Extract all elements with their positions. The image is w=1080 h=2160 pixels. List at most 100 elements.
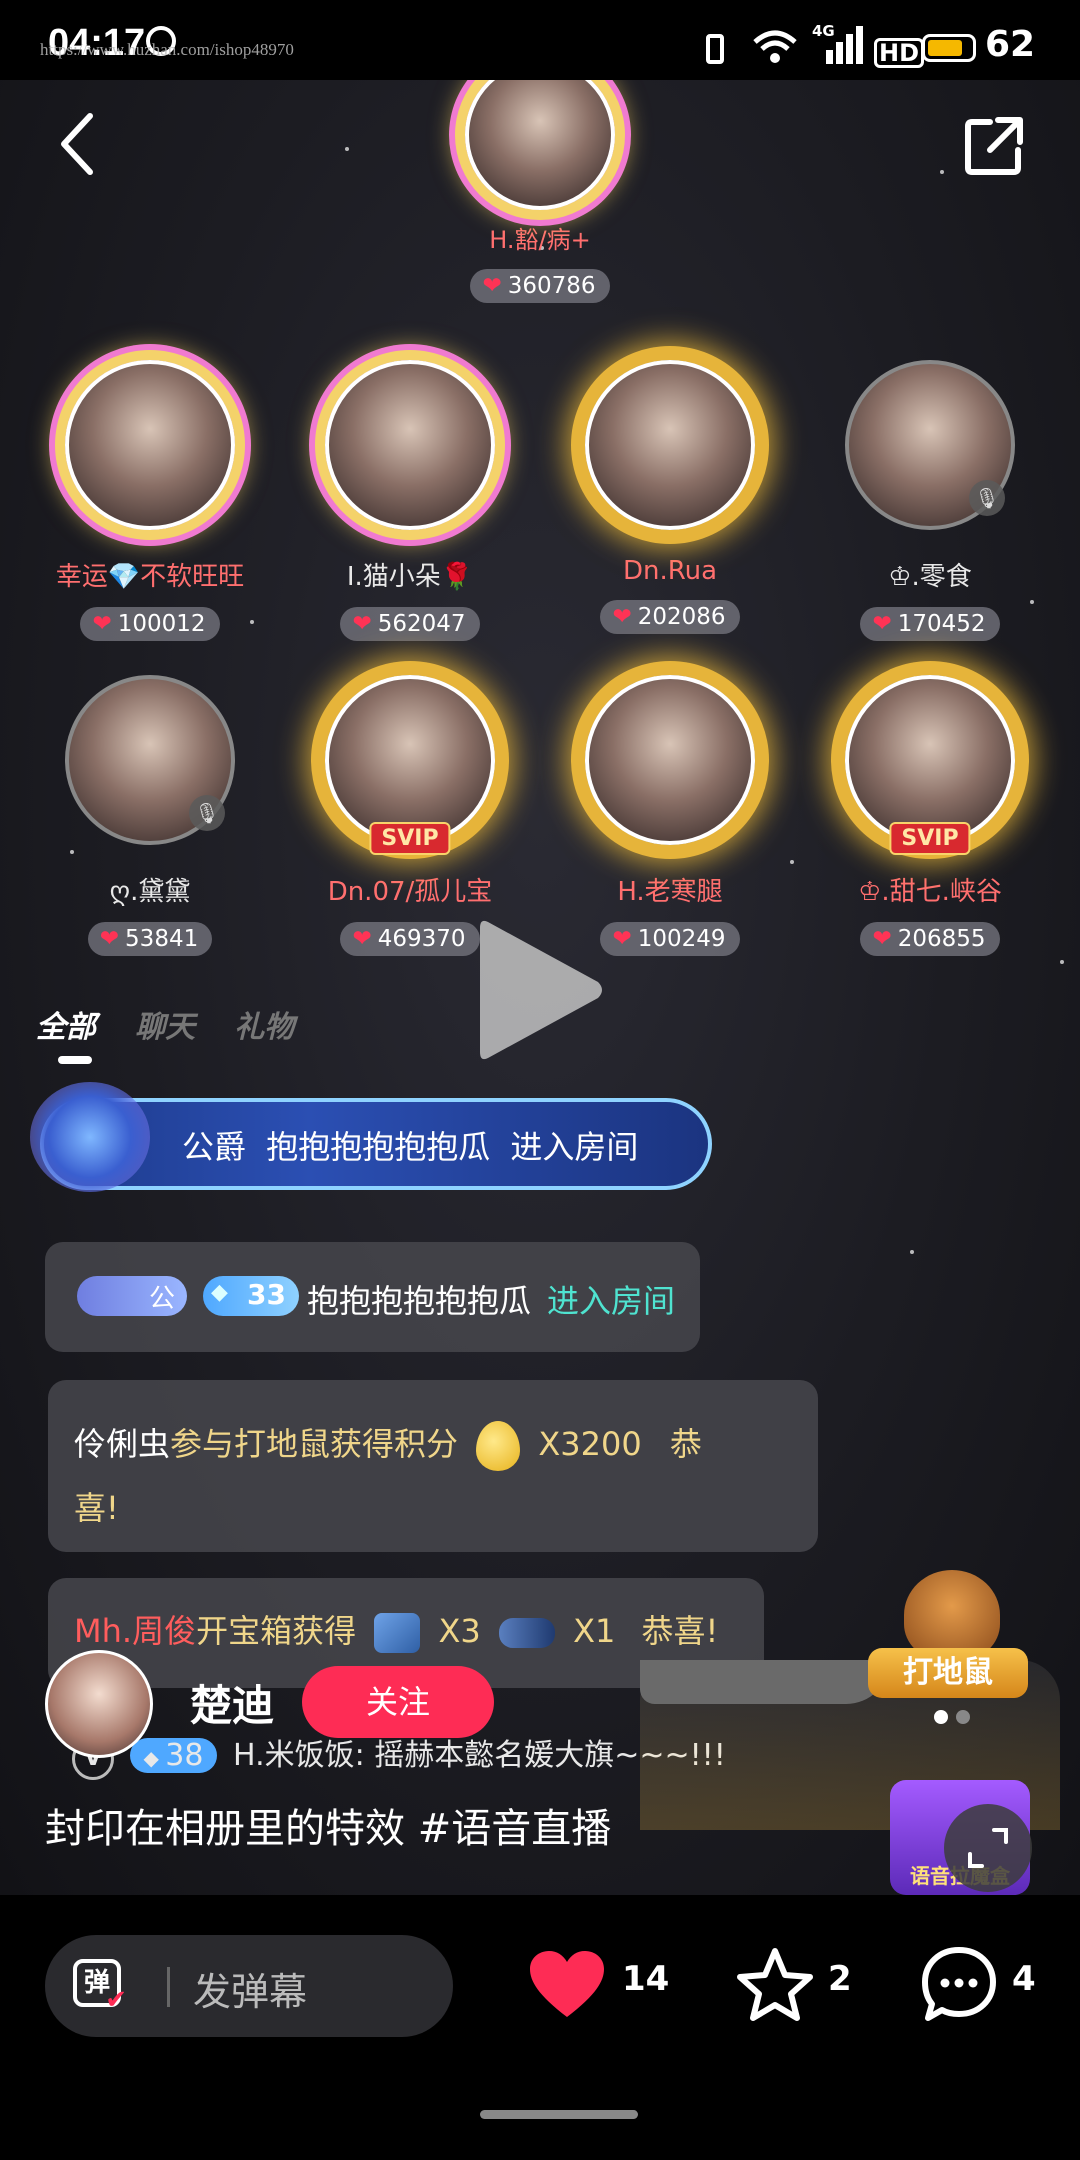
like-count: 14 xyxy=(622,1959,670,1999)
play-icon[interactable] xyxy=(470,910,610,1070)
watermark-text: https://www.huzhan.com/ishop48970 xyxy=(40,40,294,59)
boat-shape xyxy=(640,1660,890,1704)
seat-score: ❤ 170452 xyxy=(860,607,1000,641)
battery-icon xyxy=(922,34,976,62)
seat-score: ❤ 206855 xyxy=(860,922,1000,956)
level-badge: ◆ 38 xyxy=(129,1738,218,1773)
seat-avatar xyxy=(65,360,235,530)
seat-name: ♔.零食 xyxy=(888,562,972,592)
seat-name: 幸运💎不软旺旺 xyxy=(55,562,245,592)
seat-avatar: SVIP xyxy=(325,675,495,855)
mole-icon xyxy=(904,1570,1000,1660)
heart-icon: ❤ xyxy=(612,604,632,630)
star-favorite-icon[interactable] xyxy=(736,1947,814,2021)
svip-badge: SVIP xyxy=(369,822,451,855)
back-arrow-icon[interactable] xyxy=(56,112,96,176)
host-score: ❤ 360786 xyxy=(470,269,610,303)
seat-avatar xyxy=(325,360,495,530)
wifi-icon xyxy=(753,30,797,63)
seat-score: ❤ 469370 xyxy=(340,922,480,956)
status-bar: 04:17 https://www.huzhan.com/ishop48970 … xyxy=(0,0,1080,80)
seat-score: ❤ 100249 xyxy=(600,922,740,956)
seat-1[interactable]: 幸运💎不软旺旺 ❤ 100012 xyxy=(35,360,265,641)
whack-a-mole-widget[interactable]: 打地鼠 xyxy=(868,1570,1038,1730)
seat-avatar: SVIP xyxy=(845,675,1015,855)
mic-muted-icon: 🎙 xyxy=(969,480,1005,516)
entry-banner-text: 公爵 抱抱抱抱抱抱瓜 进入房间 xyxy=(182,1128,639,1166)
seat-score: ❤ 53841 xyxy=(87,922,213,956)
expand-icon xyxy=(968,1828,1008,1868)
seat-4[interactable]: 🎙 ♔.零食 ❤ 170452 xyxy=(815,360,1045,641)
seat-3[interactable]: Dn.Rua ❤ 202086 xyxy=(555,360,785,634)
seat-name: Dn.07/孤儿宝 xyxy=(327,877,493,907)
home-indicator[interactable] xyxy=(480,2110,638,2119)
mecha-gift-icon xyxy=(374,1613,421,1653)
host-avatar xyxy=(465,80,615,210)
seat-avatar xyxy=(585,360,755,530)
share-icon[interactable] xyxy=(962,114,1026,178)
follow-button[interactable]: 关注 xyxy=(302,1666,494,1738)
seat-5[interactable]: 🎙 ღ.黛黛 ❤ 53841 xyxy=(35,675,265,956)
seat-score: ❤ 202086 xyxy=(600,600,740,634)
comment-count: 4 xyxy=(1012,1959,1036,1999)
seat-name: ღ.黛黛 xyxy=(109,877,191,907)
danmaku-placeholder: 发弹幕 xyxy=(193,1970,308,2014)
seat-8[interactable]: SVIP ♔.甜七.峡谷 ❤ 206855 xyxy=(815,675,1045,956)
heart-icon: ❤ xyxy=(92,611,112,637)
heart-icon: ❤ xyxy=(482,273,502,299)
author-avatar[interactable] xyxy=(45,1650,153,1758)
game-label: 打地鼠 xyxy=(868,1648,1028,1698)
seat-2[interactable]: Ⅰ.猫小朵🌹 ❤ 562047 xyxy=(295,360,525,641)
duke-shield-icon xyxy=(30,1082,150,1192)
pager-dot xyxy=(956,1710,970,1724)
tab-gifts[interactable]: 礼物 xyxy=(234,1010,294,1045)
seat-score: ❤ 100012 xyxy=(80,607,220,641)
seat-avatar xyxy=(585,675,755,845)
heart-like-icon[interactable] xyxy=(528,1949,606,2019)
coin-icon xyxy=(476,1421,521,1471)
pager-dot xyxy=(934,1710,948,1724)
heart-icon: ❤ xyxy=(612,926,632,952)
host-name: H.豁/病+ xyxy=(489,226,591,254)
chat-message: 公 ◆ 33 抱抱抱抱抱抱瓜 进入房间 xyxy=(45,1242,700,1352)
check-icon: ✔ xyxy=(105,1985,127,2015)
diamond-icon: ◆ xyxy=(143,1746,166,1770)
heart-icon: ❤ xyxy=(99,926,120,952)
battery-level: 62 xyxy=(985,24,1036,65)
vibrate-icon xyxy=(706,34,724,64)
tab-all[interactable]: 全部 xyxy=(36,1010,96,1045)
seat-avatar: 🎙 xyxy=(845,360,1015,530)
favorite-count: 2 xyxy=(828,1959,852,1999)
chat-message: 伶俐虫参与打地鼠获得积分 X3200 恭 喜! xyxy=(48,1380,818,1552)
seat-name: ♔.甜七.峡谷 xyxy=(858,877,1002,907)
seat-name: H.老寒腿 xyxy=(617,877,723,907)
heart-icon: ❤ xyxy=(872,611,892,637)
heart-icon: ❤ xyxy=(872,926,892,952)
comment-bubble-icon[interactable] xyxy=(920,1945,998,2023)
heart-icon: ❤ xyxy=(352,926,372,952)
danmaku-icon: 弹 ✔ xyxy=(73,1959,127,2013)
seat-name: Ⅰ.猫小朵🌹 xyxy=(346,562,474,592)
bottom-bar: 弹 ✔ 发弹幕 14 2 4 xyxy=(0,1895,1080,2160)
duke-badge: 公 xyxy=(77,1276,187,1316)
author-name[interactable]: 楚迪 xyxy=(190,1672,274,1733)
danmaku-input[interactable]: 弹 ✔ 发弹幕 xyxy=(45,1935,453,2037)
svip-badge: SVIP xyxy=(889,822,971,855)
car-gift-icon xyxy=(498,1618,555,1648)
signal-icon: 4G xyxy=(812,22,864,66)
host-seat[interactable]: H.豁/病+ ❤ 360786 xyxy=(420,80,660,303)
seat-avatar: 🎙 xyxy=(65,675,235,845)
level-badge: ◆ 33 xyxy=(203,1276,299,1316)
diamond-icon: ◆ xyxy=(211,1280,228,1305)
tab-chat[interactable]: 聊天 xyxy=(135,1010,195,1045)
tab-indicator xyxy=(58,1056,92,1064)
fullscreen-button[interactable] xyxy=(944,1804,1032,1892)
mic-muted-icon: 🎙 xyxy=(189,795,225,831)
hd-icon: HD xyxy=(874,38,925,68)
seat-name: Dn.Rua xyxy=(622,556,718,586)
tab-bar: 全部 聊天 礼物 xyxy=(36,1002,294,1046)
seat-score: ❤ 562047 xyxy=(340,607,480,641)
input-divider xyxy=(167,1967,170,2007)
live-video[interactable]: H.豁/病+ ❤ 360786 幸运💎不软旺旺 ❤ 100012 Ⅰ.猫小朵🌹 ❤ 5… xyxy=(0,80,1080,1895)
video-caption: 封印在相册里的特效 #语音直播 xyxy=(45,1806,612,1852)
